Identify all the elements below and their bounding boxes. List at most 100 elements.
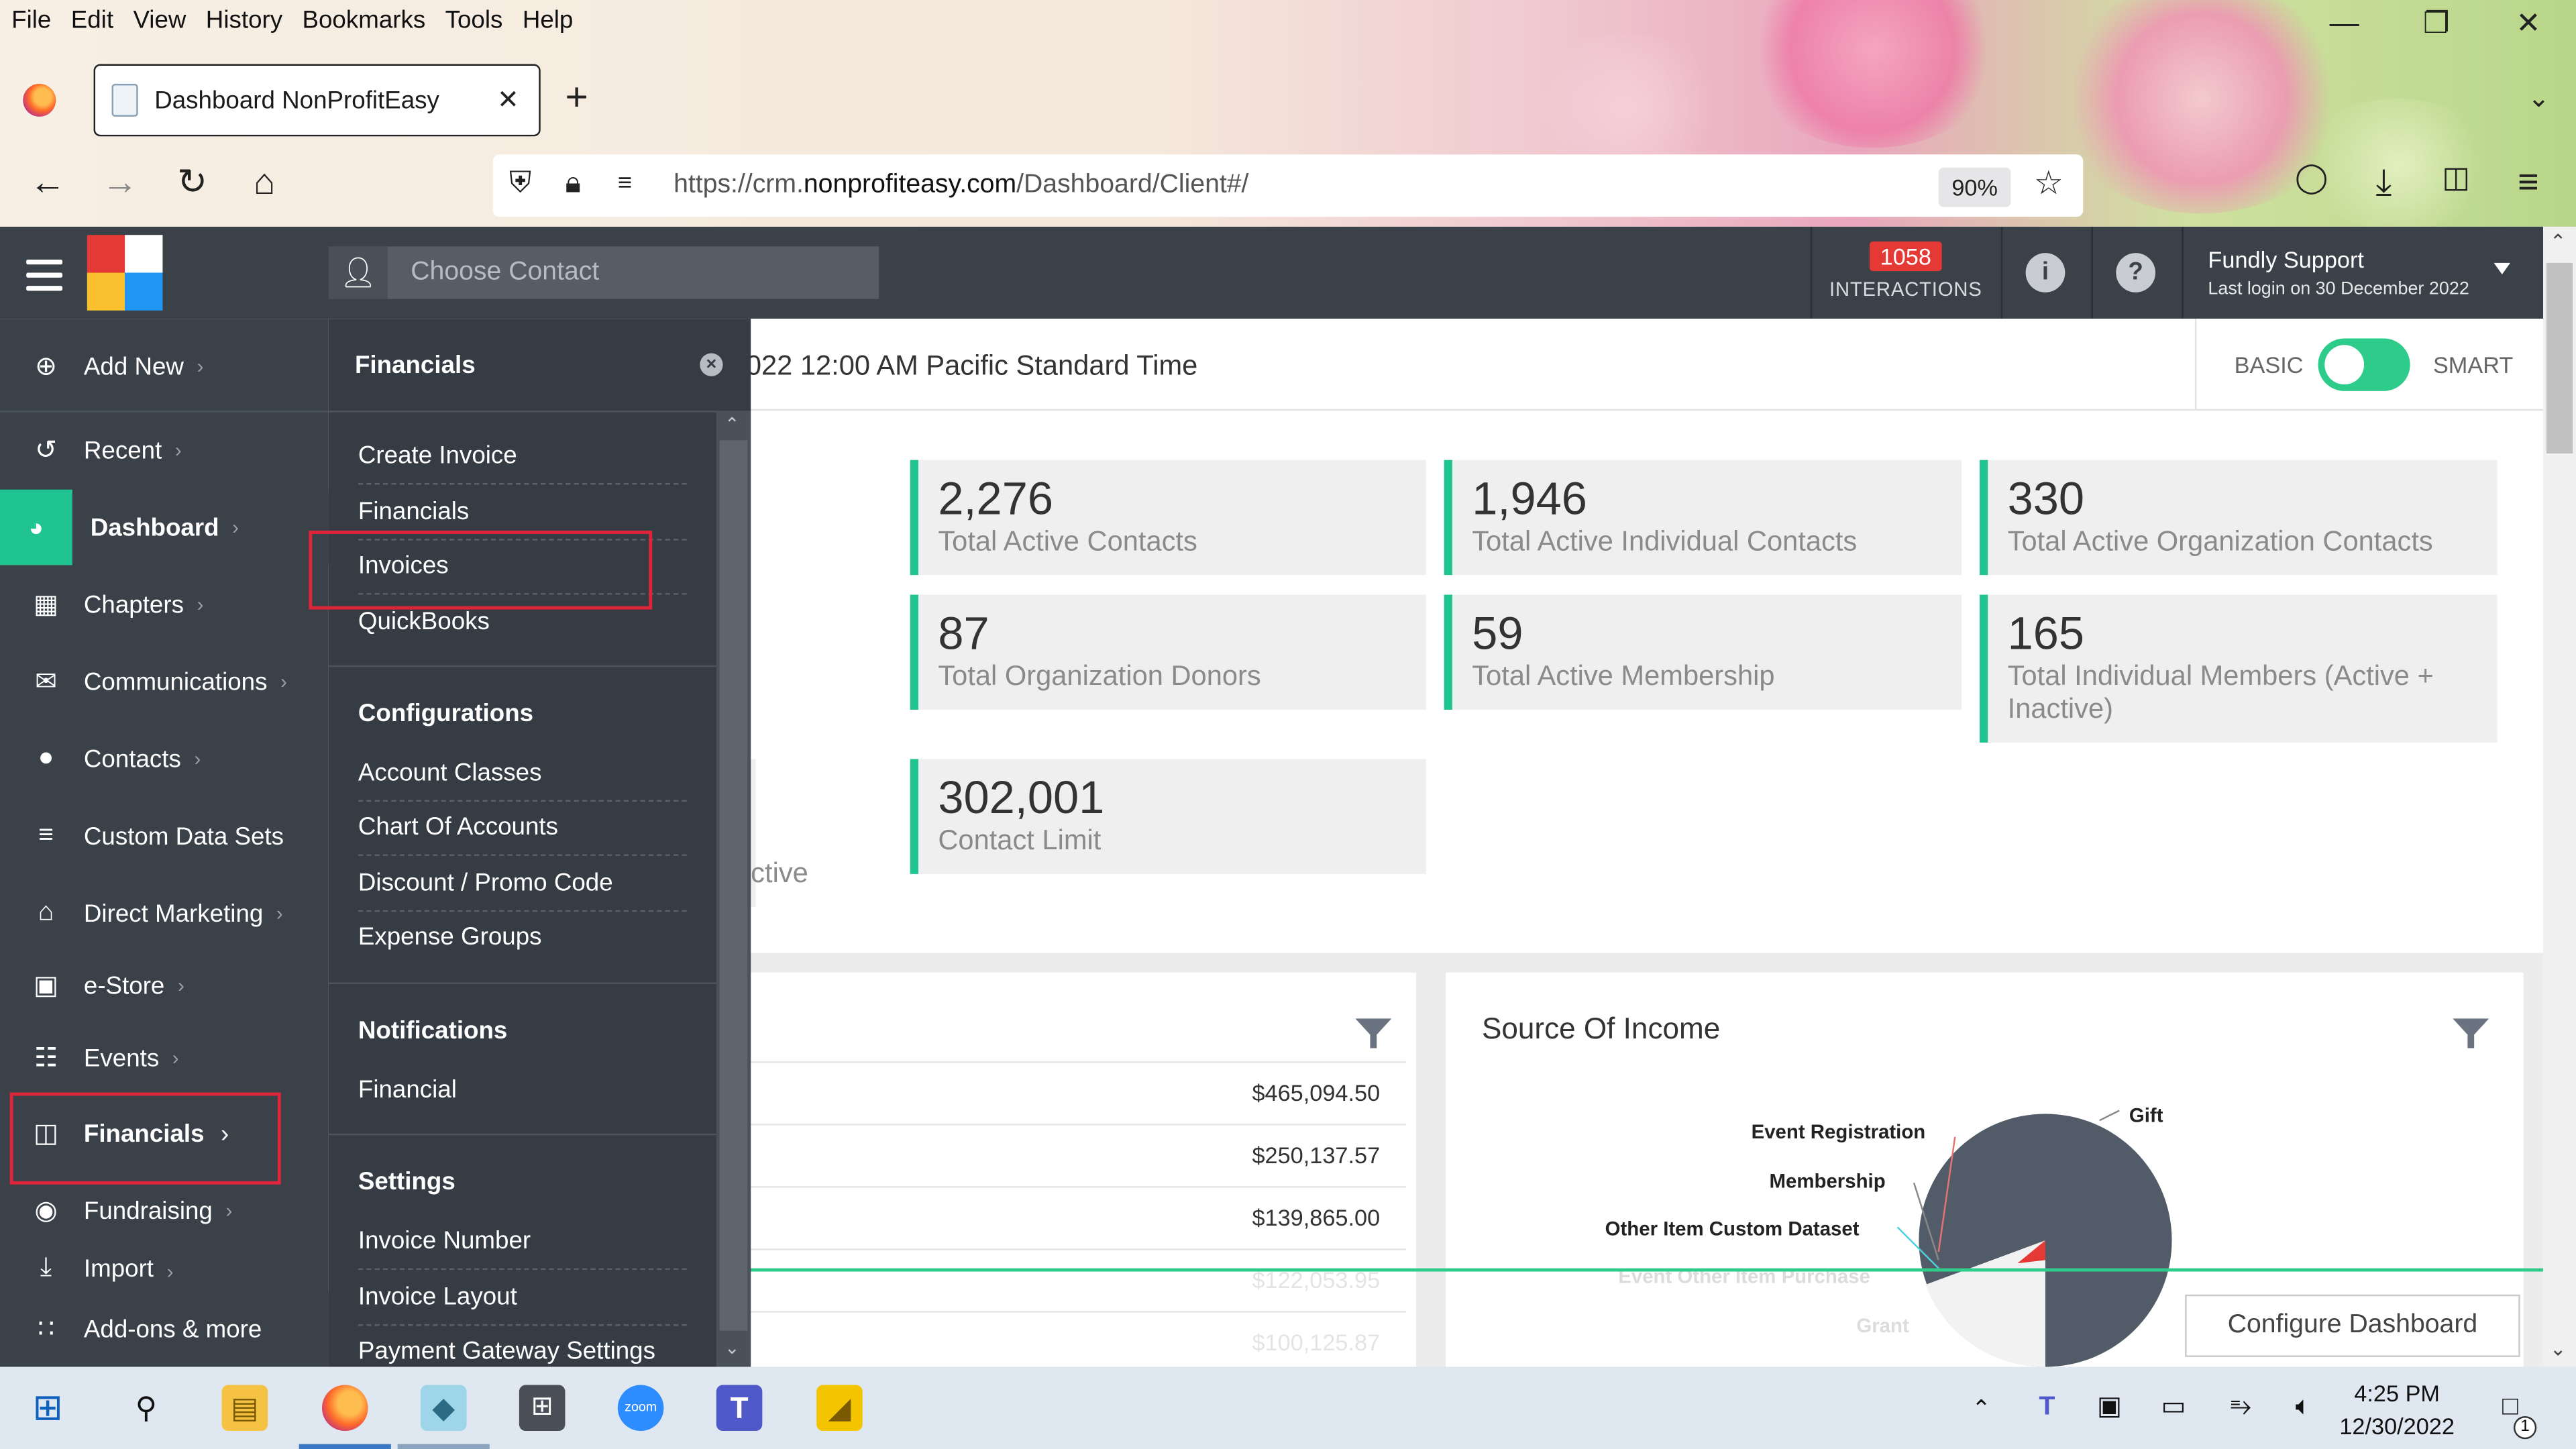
sidebar-item-communications[interactable]: ✉ Communications › bbox=[0, 644, 329, 720]
app-icon[interactable]: ◆ bbox=[420, 1385, 467, 1432]
sidebar-item-events[interactable]: ☷ Events › bbox=[0, 1020, 329, 1096]
menu-file[interactable]: File bbox=[0, 6, 61, 34]
menu-history[interactable]: History bbox=[196, 6, 292, 34]
file-explorer-icon[interactable]: ▤ bbox=[221, 1385, 268, 1432]
stat-card-individual-contacts: 1,946 Total Active Individual Contacts bbox=[1444, 460, 1962, 576]
bookmark-star-icon[interactable]: ☆ bbox=[2034, 162, 2063, 203]
menu-view[interactable]: View bbox=[123, 6, 196, 34]
section-title-notifications: Notifications bbox=[358, 1016, 508, 1045]
url-bar[interactable]: ⛨ 🔒︎ ≡ https://crm.nonprofiteasy.com/Das… bbox=[492, 154, 2084, 217]
help-icon[interactable]: ? bbox=[2116, 253, 2156, 292]
configure-dashboard-button[interactable]: Configure Dashboard bbox=[2185, 1294, 2520, 1357]
sidebar-item-label: Events bbox=[83, 1044, 160, 1072]
sidebar-item-label: Import bbox=[83, 1255, 154, 1283]
pocket-icon[interactable]: ◯ bbox=[2287, 161, 2336, 195]
sidebar-item-dashboard[interactable]: ◕ Dashboard › bbox=[0, 489, 329, 566]
clock[interactable]: 4:25 PM 12/30/2022 bbox=[2339, 1377, 2455, 1442]
flyout-link-financial-notification[interactable]: Financial bbox=[358, 1063, 687, 1118]
new-tab-button[interactable]: + bbox=[565, 76, 588, 122]
user-menu[interactable]: Fundly Support Last login on 30 December… bbox=[2208, 246, 2469, 299]
sidebar-item-import[interactable]: ⤓ Import › bbox=[0, 1250, 329, 1283]
sidebar-item-e-store[interactable]: ▣ e-Store › bbox=[0, 948, 329, 1024]
windows-start-icon[interactable]: ⊞ bbox=[25, 1385, 71, 1431]
org-logo[interactable] bbox=[87, 235, 163, 311]
display-icon[interactable]: ▣ bbox=[2086, 1385, 2133, 1431]
scroll-down-icon[interactable]: ⌄ bbox=[2550, 1337, 2567, 1360]
sidebar-item-add-new[interactable]: ⊕ Add New › bbox=[0, 329, 329, 405]
zoom-icon[interactable]: zoom bbox=[617, 1385, 664, 1432]
hamburger-icon[interactable] bbox=[26, 259, 63, 299]
chevron-up-icon[interactable]: ⌃ bbox=[1958, 1385, 2004, 1431]
url-prefix: https://crm. bbox=[674, 170, 804, 199]
flyout-link-create-invoice[interactable]: Create Invoice bbox=[358, 429, 687, 485]
scroll-thumb[interactable] bbox=[2546, 262, 2573, 453]
flyout-scrollbar[interactable]: ⌃ ⌄ bbox=[716, 411, 751, 1367]
sidebar-item-add-ons[interactable]: ∷ Add-ons & more bbox=[0, 1291, 329, 1367]
amount-value: $139,865.00 bbox=[1252, 1204, 1381, 1231]
close-tab-icon[interactable]: ✕ bbox=[497, 84, 519, 117]
downloads-icon[interactable]: ⤓ bbox=[2359, 161, 2408, 204]
menu-edit[interactable]: Edit bbox=[61, 6, 123, 34]
volume-icon[interactable]: 🔈︎ bbox=[2280, 1385, 2326, 1431]
choose-contact-input[interactable]: 👤︎ Choose Contact bbox=[328, 246, 879, 299]
battery-icon[interactable]: ▭ bbox=[2151, 1385, 2197, 1431]
home-icon[interactable]: ⌂ bbox=[240, 161, 289, 204]
caret-down-icon[interactable] bbox=[2493, 262, 2511, 274]
chevron-right-icon: › bbox=[197, 354, 204, 378]
back-icon[interactable]: ← bbox=[23, 161, 72, 204]
app-menu-icon[interactable]: ≡ bbox=[2504, 161, 2553, 204]
close-window-icon[interactable]: ✕ bbox=[2504, 7, 2553, 41]
sidebar-item-direct-marketing[interactable]: ⌂ Direct Marketing › bbox=[0, 875, 329, 951]
sidebar-icon[interactable]: ◫ bbox=[2431, 161, 2480, 195]
lock-icon[interactable]: 🔒︎ bbox=[565, 166, 580, 200]
forward-icon[interactable]: → bbox=[95, 161, 144, 204]
flyout-link-payment-gateway[interactable]: Payment Gateway Settings bbox=[358, 1324, 687, 1367]
sidebar-item-recent[interactable]: ↺ Recent › bbox=[0, 413, 329, 488]
flyout-link-invoice-number[interactable]: Invoice Number bbox=[358, 1214, 687, 1271]
restore-icon[interactable]: ❐ bbox=[2412, 7, 2461, 41]
shield-icon[interactable]: ⛨ bbox=[509, 166, 531, 200]
flyout-link-invoice-layout[interactable]: Invoice Layout bbox=[358, 1270, 687, 1326]
sidebar-item-fundraising[interactable]: ◉ Fundraising › bbox=[0, 1173, 329, 1249]
list-tabs-icon[interactable]: ⌄ bbox=[2528, 82, 2550, 115]
nav-toolbar: ← → ↻ ⌂ ⛨ 🔒︎ ≡ https://crm.nonprofiteasy… bbox=[0, 148, 2576, 223]
sidebar-item-chapters[interactable]: ▦ Chapters › bbox=[0, 567, 329, 643]
scroll-up-icon[interactable]: ⌃ bbox=[2550, 230, 2567, 253]
scroll-down-icon[interactable]: ⌄ bbox=[724, 1337, 740, 1358]
sidebar-item-custom-data-sets[interactable]: ≡ Custom Data Sets bbox=[0, 798, 329, 874]
loading-line bbox=[749, 1268, 2544, 1272]
calculator-icon[interactable]: ⊞ bbox=[519, 1385, 566, 1432]
permissions-icon[interactable]: ≡ bbox=[618, 169, 632, 197]
sidebar-item-contacts[interactable]: ● Contacts › bbox=[0, 721, 329, 797]
teams-icon[interactable]: T bbox=[716, 1385, 763, 1432]
menu-help[interactable]: Help bbox=[513, 6, 583, 34]
minimize-icon[interactable]: — bbox=[2320, 7, 2369, 41]
stat-label: Total Organization Donors bbox=[938, 660, 1261, 692]
firefox-icon[interactable] bbox=[23, 83, 56, 117]
zoom-level[interactable]: 90% bbox=[1938, 167, 2011, 207]
stat-value: 165 bbox=[2007, 608, 2085, 659]
scroll-up-icon[interactable]: ⌃ bbox=[724, 414, 740, 435]
firefox-taskbar-icon[interactable] bbox=[322, 1385, 368, 1432]
teams-tray-icon[interactable]: T bbox=[2024, 1385, 2070, 1431]
tab-dashboard[interactable]: Dashboard NonProfitEasy ✕ bbox=[93, 64, 541, 137]
app-icon[interactable]: ◢ bbox=[816, 1385, 863, 1432]
close-icon[interactable]: × bbox=[700, 353, 723, 376]
flyout-scroll-thumb[interactable] bbox=[719, 440, 748, 1331]
interactions-label: INTERACTIONS bbox=[1829, 277, 1982, 301]
flyout-link-chart-of-accounts[interactable]: Chart Of Accounts bbox=[358, 800, 687, 856]
menu-tools[interactable]: Tools bbox=[435, 6, 513, 34]
flyout-link-discount-promo[interactable]: Discount / Promo Code bbox=[358, 856, 687, 912]
url-text[interactable]: https://crm.nonprofiteasy.com/Dashboard/… bbox=[674, 171, 1248, 201]
amount-row: $465,094.50 bbox=[749, 1061, 1407, 1124]
search-icon[interactable]: ⚲ bbox=[123, 1385, 170, 1431]
wifi-icon[interactable]: ⥱ bbox=[2218, 1385, 2264, 1431]
menu-bookmarks[interactable]: Bookmarks bbox=[292, 6, 435, 34]
interactions-counter[interactable]: 1058 INTERACTIONS bbox=[1814, 227, 1998, 319]
flyout-link-expense-groups[interactable]: Expense Groups bbox=[358, 910, 687, 966]
reload-icon[interactable]: ↻ bbox=[168, 161, 217, 204]
info-icon[interactable]: i bbox=[2025, 253, 2065, 292]
mode-toggle[interactable] bbox=[2318, 338, 2410, 391]
flyout-link-account-classes[interactable]: Account Classes bbox=[358, 746, 687, 802]
page-scrollbar[interactable]: ⌃ ⌄ bbox=[2543, 226, 2576, 1367]
